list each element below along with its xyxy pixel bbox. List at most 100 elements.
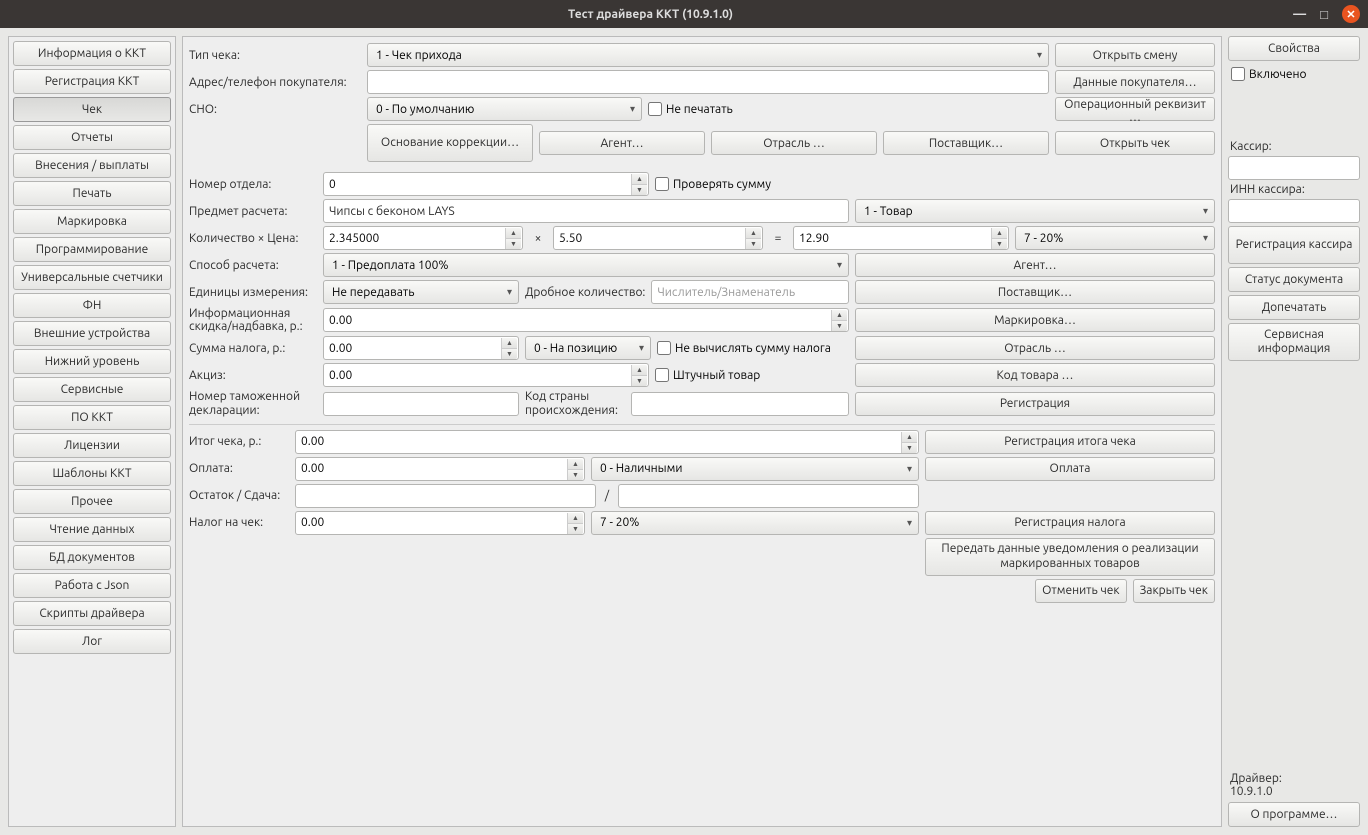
op-requisite-button[interactable]: Операционный реквизит … <box>1055 97 1215 121</box>
reprint-button[interactable]: Допечатать <box>1228 295 1360 320</box>
close-check-button[interactable]: Закрыть чек <box>1133 579 1215 603</box>
register-tax-button[interactable]: Регистрация налога <box>925 511 1215 535</box>
register-cashier-button[interactable]: Регистрация кассира <box>1228 226 1360 264</box>
minimize-icon[interactable]: — <box>1293 7 1306 21</box>
agent-button[interactable]: Агент… <box>539 131 705 155</box>
main-panel: Тип чека: 1 - Чек прихода Открыть смену … <box>182 36 1222 827</box>
sidebar-json[interactable]: Работа с Json <box>13 573 171 598</box>
correction-basis-button[interactable]: Основание коррекции… <box>367 124 533 162</box>
dept-spinner[interactable]: ▲▼ <box>323 172 649 196</box>
supplier2-button[interactable]: Поставщик… <box>855 280 1215 304</box>
qty-spinner[interactable]: ▲▼ <box>323 226 523 250</box>
excise-spinner[interactable]: ▲▼ <box>323 363 649 387</box>
sidebar-fn[interactable]: ФН <box>13 293 171 318</box>
country-input[interactable] <box>631 392 849 416</box>
qty-price-label: Количество × Цена: <box>189 232 317 245</box>
check-tax-spinner[interactable]: ▲▼ <box>295 511 585 535</box>
check-type-dropdown[interactable]: 1 - Чек прихода <box>367 43 1049 67</box>
branch-button[interactable]: Отрасль … <box>711 131 877 155</box>
tax-sum-spinner[interactable]: ▲▼ <box>323 336 519 360</box>
total-check-spinner[interactable]: ▲▼ <box>295 430 919 454</box>
register-total-button[interactable]: Регистрация итога чека <box>925 430 1215 454</box>
enabled-check[interactable]: Включено <box>1228 64 1360 84</box>
about-button[interactable]: О программе… <box>1228 802 1360 827</box>
sidebar-marking[interactable]: Маркировка <box>13 209 171 234</box>
pay-button[interactable]: Оплата <box>925 457 1215 481</box>
check-type-label: Тип чека: <box>189 49 361 62</box>
sidebar-info-kkt[interactable]: Информация о ККТ <box>13 41 171 66</box>
info-discount-label: Информационная скидка/надбавка, р.: <box>189 307 317 333</box>
excise-label: Акциз: <box>189 369 317 382</box>
customs-input[interactable] <box>323 392 519 416</box>
open-check-button[interactable]: Открыть чек <box>1055 131 1215 155</box>
buyer-data-button[interactable]: Данные покупателя… <box>1055 70 1215 94</box>
sidebar-check[interactable]: Чек <box>13 97 171 122</box>
units-dropdown[interactable]: Не передавать <box>323 280 519 304</box>
driver-version: 10.9.1.0 <box>1228 785 1273 798</box>
check-tax-label: Налог на чек: <box>189 516 289 529</box>
payment-type-dropdown[interactable]: 0 - Наличными <box>591 457 919 481</box>
price-spinner[interactable]: ▲▼ <box>553 226 763 250</box>
check-tax-rate-dropdown[interactable]: 7 - 20% <box>591 511 919 535</box>
sno-dropdown[interactable]: 0 - По умолчанию <box>367 97 642 121</box>
sidebar-templates[interactable]: Шаблоны ККТ <box>13 461 171 486</box>
cashier-inn-input[interactable] <box>1228 199 1360 223</box>
change-right-input[interactable] <box>618 484 919 508</box>
sidebar-programming[interactable]: Программирование <box>13 237 171 262</box>
send-marking-button[interactable]: Передать данные уведомления о реализации… <box>925 538 1215 576</box>
sidebar-print[interactable]: Печать <box>13 181 171 206</box>
sidebar-scripts[interactable]: Скрипты драйвера <box>13 601 171 626</box>
frac-qty-label: Дробное количество: <box>525 286 645 299</box>
total-spinner[interactable]: ▲▼ <box>793 226 1009 250</box>
sidebar-log[interactable]: Лог <box>13 629 171 654</box>
sno-label: СНО: <box>189 103 361 116</box>
dont-print-check[interactable]: Не печатать <box>648 102 733 116</box>
sidebar-licenses[interactable]: Лицензии <box>13 433 171 458</box>
maximize-icon[interactable]: □ <box>1320 7 1328 22</box>
close-icon[interactable]: ✕ <box>1342 5 1360 23</box>
address-input[interactable] <box>367 70 1049 94</box>
sidebar-db-docs[interactable]: БД документов <box>13 545 171 570</box>
sidebar-deposits[interactable]: Внесения / выплаты <box>13 153 171 178</box>
service-info-button[interactable]: Сервисная информация <box>1228 323 1360 361</box>
payment-label: Оплата: <box>189 462 289 475</box>
address-label: Адрес/телефон покупателя: <box>189 76 361 89</box>
info-discount-spinner[interactable]: ▲▼ <box>323 308 849 332</box>
no-calc-tax-check[interactable]: Не вычислять сумму налога <box>657 341 831 355</box>
sidebar-ext-devices[interactable]: Внешние устройства <box>13 321 171 346</box>
sidebar-reg-kkt[interactable]: Регистрация ККТ <box>13 69 171 94</box>
open-shift-button[interactable]: Открыть смену <box>1055 43 1215 67</box>
cashier-input[interactable] <box>1228 156 1360 180</box>
sidebar-low-level[interactable]: Нижний уровень <box>13 349 171 374</box>
supplier-button[interactable]: Поставщик… <box>883 131 1049 155</box>
left-sidebar: Информация о ККТ Регистрация ККТ Чек Отч… <box>8 36 176 827</box>
cancel-check-button[interactable]: Отменить чек <box>1035 579 1127 603</box>
tax-sum-label: Сумма налога, р.: <box>189 342 317 355</box>
sidebar-service[interactable]: Сервисные <box>13 377 171 402</box>
change-left-input[interactable] <box>295 484 596 508</box>
doc-status-button[interactable]: Статус документа <box>1228 267 1360 292</box>
frac-qty-input[interactable] <box>651 280 849 304</box>
customs-label: Номер таможенной декларации: <box>189 390 317 416</box>
agent2-button[interactable]: Агент… <box>855 253 1215 277</box>
product-code-button[interactable]: Код товара … <box>855 363 1215 387</box>
sidebar-other[interactable]: Прочее <box>13 489 171 514</box>
verify-sum-check[interactable]: Проверять сумму <box>655 177 771 191</box>
tax-rate-dropdown[interactable]: 7 - 20% <box>1015 226 1215 250</box>
tax-mode-dropdown[interactable]: 0 - На позицию <box>525 336 651 360</box>
cashier-inn-label: ИНН кассира: <box>1228 183 1360 196</box>
subject-type-dropdown[interactable]: 1 - Товар <box>855 199 1215 223</box>
pay-method-dropdown[interactable]: 1 - Предоплата 100% <box>323 253 849 277</box>
piece-goods-check[interactable]: Штучный товар <box>655 368 760 382</box>
driver-label: Драйвер: <box>1228 772 1282 785</box>
branch2-button[interactable]: Отрасль … <box>855 336 1215 360</box>
sidebar-reports[interactable]: Отчеты <box>13 125 171 150</box>
sidebar-counters[interactable]: Универсальные счетчики <box>13 265 171 290</box>
sidebar-read-data[interactable]: Чтение данных <box>13 517 171 542</box>
sidebar-po-kkt[interactable]: ПО ККТ <box>13 405 171 430</box>
properties-button[interactable]: Свойства <box>1228 36 1360 61</box>
payment-spinner[interactable]: ▲▼ <box>295 457 585 481</box>
subject-input[interactable] <box>323 199 849 223</box>
marking-button[interactable]: Маркировка… <box>855 308 1215 332</box>
registration-button[interactable]: Регистрация <box>855 392 1215 416</box>
